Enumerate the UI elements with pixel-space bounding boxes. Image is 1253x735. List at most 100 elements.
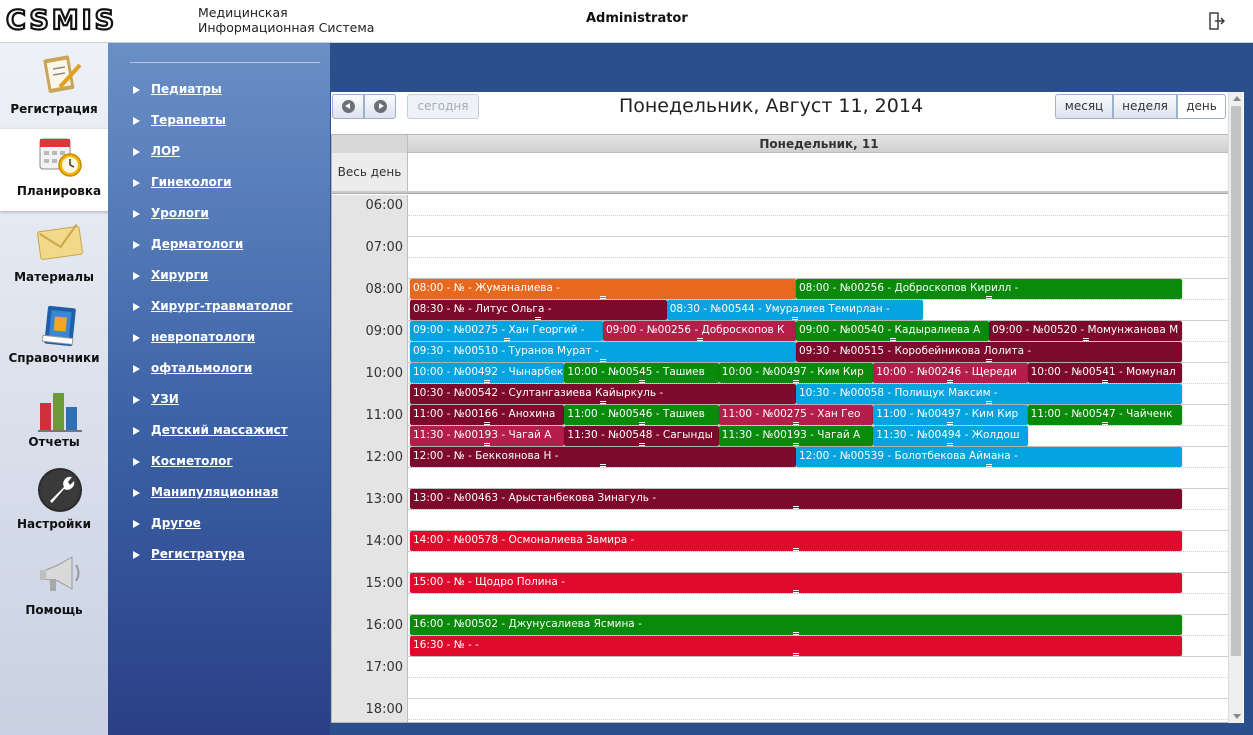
appointment-event[interactable]: 11:30 - №00193 - Чагай А: [410, 426, 565, 446]
resize-handle[interactable]: [792, 380, 799, 383]
resize-handle[interactable]: [600, 464, 606, 467]
resize-handle[interactable]: [600, 359, 606, 362]
bullet-arrow-icon: [133, 334, 140, 342]
resize-handle[interactable]: [484, 422, 491, 425]
nav-reference[interactable]: Справочники: [0, 301, 108, 383]
specialty-label: Детский массажист: [151, 423, 288, 437]
resize-handle[interactable]: [986, 401, 992, 404]
appointment-event[interactable]: 10:00 - №00246 - Щереди: [873, 363, 1028, 383]
today-button[interactable]: сегодня: [407, 94, 479, 119]
resize-handle[interactable]: [1101, 422, 1108, 425]
nav-registration[interactable]: Регистрация: [0, 47, 108, 129]
megaphone-icon: [40, 556, 80, 591]
nav-settings[interactable]: Настройки: [0, 467, 108, 549]
resize-handle[interactable]: [947, 380, 954, 383]
resize-handle[interactable]: [638, 443, 645, 446]
appointment-text: 08:30 - № - Литус Ольга -: [413, 303, 552, 315]
resize-handle[interactable]: [484, 443, 491, 446]
appointment-text: 11:00 - №00546 - Ташиев: [567, 408, 705, 420]
resize-handle[interactable]: [638, 380, 645, 383]
specialty-label: ЛОР: [151, 144, 180, 158]
nav-reports[interactable]: Отчеты: [0, 387, 108, 469]
appointment-event[interactable]: 08:30 - № - Литус Ольга -: [410, 300, 667, 320]
resize-handle[interactable]: [986, 359, 992, 362]
view-month-button[interactable]: месяц: [1055, 94, 1113, 119]
appointment-event[interactable]: 08:00 - № - Жуманалиева -: [410, 279, 796, 299]
resize-handle[interactable]: [793, 653, 799, 656]
appointment-text: 09:30 - №00510 - Туранов Мурат -: [413, 345, 599, 357]
appointment-event[interactable]: 12:00 - № - Беккоянова Н -: [410, 447, 796, 467]
resize-handle[interactable]: [793, 506, 799, 509]
nav-scheduling[interactable]: Планировка: [0, 129, 128, 211]
scroll-up-icon[interactable]: [1233, 96, 1241, 101]
bullet-arrow-icon: [133, 551, 140, 559]
current-user: Administrator: [586, 11, 688, 26]
scroll-down-icon[interactable]: [1233, 714, 1241, 719]
appointment-event[interactable]: 09:00 - №00540 - Кадыралиева А: [796, 321, 989, 341]
appointment-event[interactable]: 11:30 - №00548 - Сагынды: [564, 426, 719, 446]
nav-materials[interactable]: Материалы: [0, 215, 108, 297]
day-column-header: Понедельник, 11: [408, 135, 1229, 153]
bullet-arrow-icon: [133, 396, 140, 404]
resize-handle[interactable]: [503, 338, 510, 341]
resize-handle[interactable]: [947, 422, 954, 425]
time-grid: 06:00 07:00 08:00 09:00 10:00 11:00 12:00 13:00…: [332, 195, 1229, 722]
appointment-event[interactable]: 10:00 - №00497 - Ким Кир: [718, 363, 874, 383]
bullet-arrow-icon: [133, 272, 140, 280]
scroll-thumb[interactable]: [1231, 106, 1241, 656]
appointment-event[interactable]: 09:30 - №00515 - Коробейникова Лолита -: [796, 342, 1182, 362]
resize-handle[interactable]: [889, 338, 896, 341]
resize-handle[interactable]: [792, 422, 799, 425]
appointment-event[interactable]: 10:30 - №00058 - Полищук Максим -: [796, 384, 1182, 404]
resize-handle[interactable]: [793, 632, 799, 635]
appointment-event[interactable]: 16:30 - № - -: [410, 636, 1182, 656]
resize-handle[interactable]: [535, 317, 542, 320]
appointment-event[interactable]: 15:00 - № - Щодро Полина -: [410, 573, 1182, 593]
view-week-button[interactable]: неделя: [1113, 94, 1177, 119]
appointment-event[interactable]: 11:00 - №00546 - Ташиев: [564, 405, 719, 425]
appointment-event[interactable]: 14:00 - №00578 - Осмоналиева Замира -: [410, 531, 1182, 551]
resize-handle[interactable]: [1082, 338, 1089, 341]
view-day-button[interactable]: день: [1177, 94, 1226, 119]
resize-handle[interactable]: [947, 443, 954, 446]
prev-day-button[interactable]: [332, 94, 364, 119]
appointment-event[interactable]: 10:00 - №00541 - Момунал: [1027, 363, 1182, 383]
appointment-event[interactable]: 08:00 - №00256 - Доброскопов Кирилл -: [796, 279, 1182, 299]
appointment-event[interactable]: 10:00 - №00492 - Чынарбек: [410, 363, 565, 383]
logout-icon[interactable]: [1209, 12, 1225, 30]
appointment-event[interactable]: 09:00 - №00275 - Хан Георгий -: [410, 321, 603, 341]
resize-handle[interactable]: [1101, 380, 1108, 383]
resize-handle[interactable]: [986, 464, 992, 467]
nav-help[interactable]: Помощь: [0, 551, 108, 633]
appointment-event[interactable]: 11:30 - №00193 - Чагай А: [718, 426, 874, 446]
resize-handle[interactable]: [696, 338, 703, 341]
resize-handle[interactable]: [793, 590, 799, 593]
appointment-event[interactable]: 09:30 - №00510 - Туранов Мурат -: [410, 342, 796, 362]
appointment-event[interactable]: 10:00 - №00545 - Ташиев: [564, 363, 719, 383]
next-day-button[interactable]: [364, 94, 396, 119]
appointment-event[interactable]: 08:30 - №00544 - Умуралиев Темирлан -: [666, 300, 924, 320]
resize-handle[interactable]: [600, 401, 606, 404]
vertical-scrollbar[interactable]: [1228, 92, 1243, 723]
resize-handle[interactable]: [792, 317, 799, 320]
appointment-event[interactable]: 10:30 - №00542 - Султангазиева Кайыркуль…: [410, 384, 796, 404]
resize-handle[interactable]: [793, 548, 799, 551]
appointment-event[interactable]: 11:00 - №00275 - Хан Гео: [718, 405, 874, 425]
appointment-event[interactable]: 13:00 - №00463 - Арыстанбекова Зинагуль …: [410, 489, 1182, 509]
appointment-event[interactable]: 12:00 - №00539 - Болотбекова Аймана -: [796, 447, 1182, 467]
appointment-event[interactable]: 11:00 - №00547 - Чайченк: [1027, 405, 1182, 425]
resize-handle[interactable]: [792, 443, 799, 446]
appointment-event[interactable]: 11:30 - №00494 - Жолдош: [873, 426, 1028, 446]
appointment-text: 11:00 - №00166 - Анохина: [413, 408, 556, 420]
appointment-event[interactable]: 11:00 - №00166 - Анохина: [410, 405, 565, 425]
appointment-event[interactable]: 16:00 - №00502 - Джунусалиева Ясмина -: [410, 615, 1182, 635]
all-day-slot[interactable]: [408, 153, 1229, 191]
resize-handle[interactable]: [638, 422, 645, 425]
resize-handle[interactable]: [600, 296, 606, 299]
appointment-event[interactable]: 09:00 - №00256 - Доброскопов К: [603, 321, 796, 341]
resize-handle[interactable]: [986, 296, 992, 299]
appointment-event[interactable]: 11:00 - №00497 - Ким Кир: [873, 405, 1028, 425]
appointment-event[interactable]: 09:00 - №00520 - Момунжанова М: [989, 321, 1182, 341]
bullet-arrow-icon: [133, 179, 140, 187]
resize-handle[interactable]: [484, 380, 491, 383]
